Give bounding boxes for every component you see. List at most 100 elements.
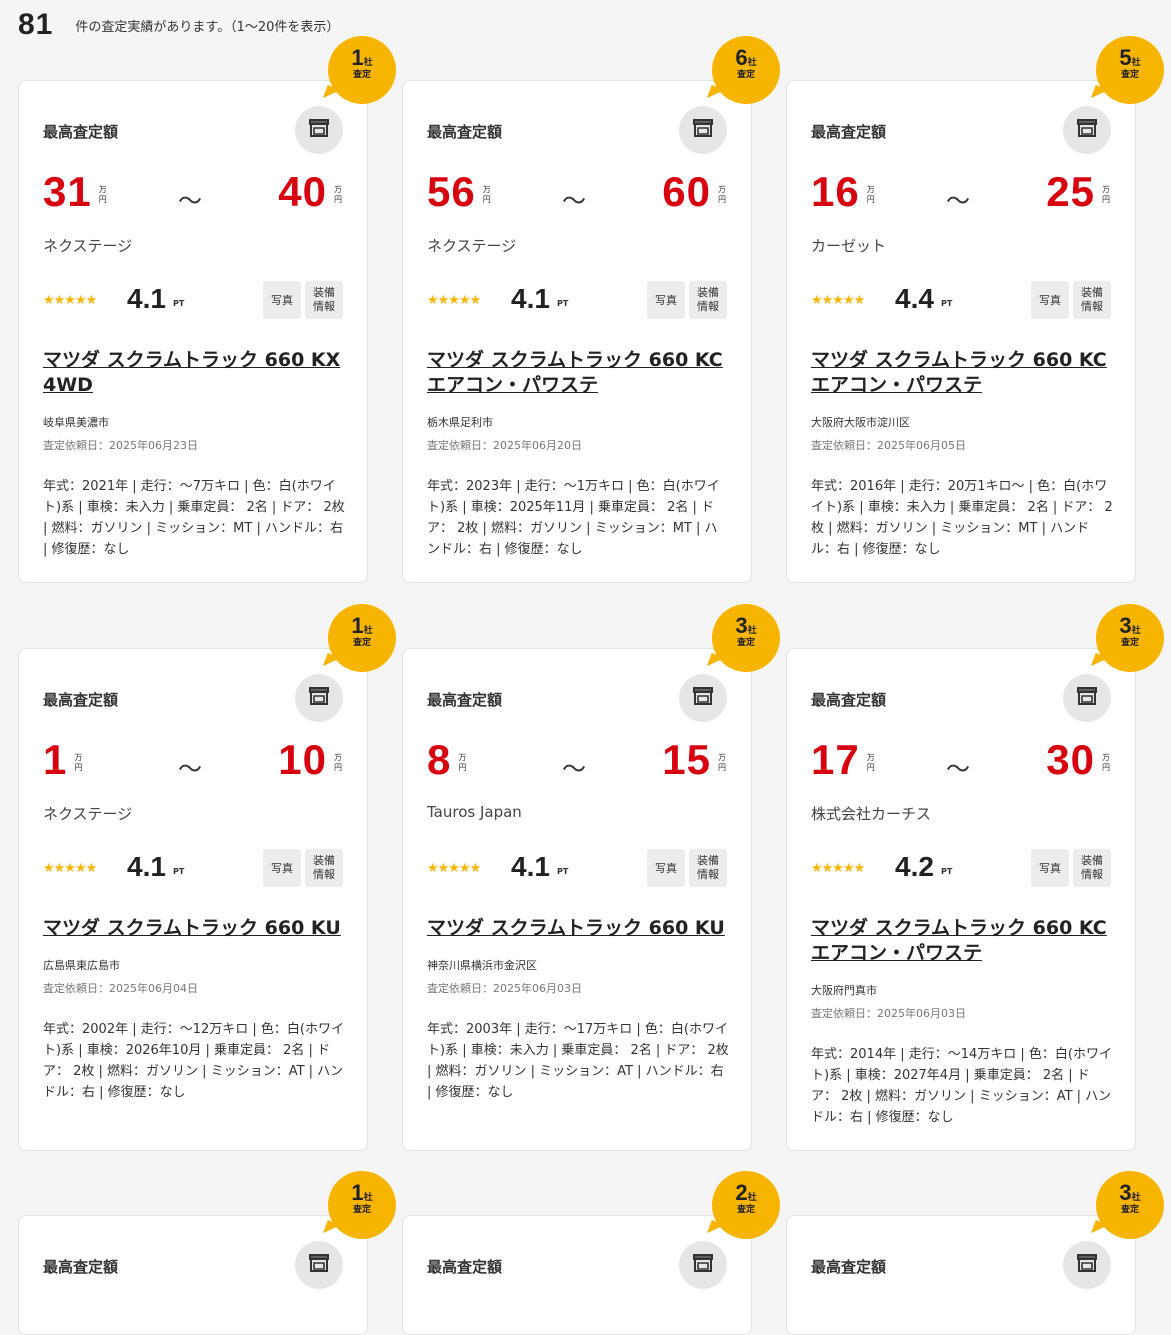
location: 大阪府門真市 xyxy=(811,984,877,997)
photo-button[interactable]: 写真 xyxy=(263,849,301,887)
price-unit: 万円 xyxy=(718,185,726,204)
equipment-button[interactable]: 装備情報 xyxy=(305,281,343,319)
max-price-label: 最高査定額 xyxy=(43,691,119,709)
location: 広島県東広島市 xyxy=(43,959,120,972)
location: 栃木県足利市 xyxy=(427,416,493,429)
vehicle-specs: 年式：2002年 | 走行：〜12万キロ | 色：白(ホワイト)系 | 車検：2… xyxy=(43,1022,344,1100)
store-button[interactable] xyxy=(1063,106,1111,154)
badge-sub-label: 査定 xyxy=(1120,638,1139,648)
company-count-badge: 1社 査定 xyxy=(328,36,396,104)
price-unit: 万円 xyxy=(334,185,342,204)
company-count: 6 xyxy=(735,45,748,70)
max-price-label: 最高査定額 xyxy=(811,1258,887,1276)
vehicle-title-link[interactable]: マツダ スクラムトラック 660 KX 4WD xyxy=(43,348,347,398)
company-unit: 社 xyxy=(1131,626,1141,636)
shop-name: カーゼット xyxy=(811,237,887,255)
range-tilde: 〜 xyxy=(562,187,586,215)
vehicle-title-link[interactable]: マツダ スクラムトラック 660 KU xyxy=(43,916,347,941)
price-unit: 万円 xyxy=(74,753,83,772)
price-high-value: 25 xyxy=(1046,168,1095,215)
badge-sub-label: 査定 xyxy=(736,1205,755,1215)
company-count: 1 xyxy=(351,1180,364,1205)
photo-button[interactable]: 写真 xyxy=(263,281,301,319)
store-button[interactable] xyxy=(295,106,343,154)
rating-row: ★★★★★ 4.1 PT 写真 装備情報 xyxy=(43,279,343,321)
price-unit: 万円 xyxy=(458,753,467,772)
badge-sub-label: 査定 xyxy=(1120,70,1139,80)
price-high: 40 万円 xyxy=(278,169,343,215)
price-range: 1 万円 〜 10 万円 xyxy=(43,737,343,785)
vehicle-title-link[interactable]: マツダ スクラムトラック 660 KC エアコン・パワステ xyxy=(811,348,1115,398)
photo-button[interactable]: 写真 xyxy=(647,281,685,319)
rating-unit: PT xyxy=(173,299,185,308)
assessment-card: 最高査定額 xyxy=(402,1215,752,1335)
price-unit: 万円 xyxy=(718,753,726,772)
store-icon xyxy=(308,118,330,142)
rating-score: 4.1 xyxy=(511,851,550,882)
store-button[interactable] xyxy=(1063,674,1111,722)
vehicle-specs: 年式：2014年 | 走行：〜14万キロ | 色：白(ホワイト)系 | 車検：2… xyxy=(811,1047,1112,1125)
store-icon xyxy=(692,1253,714,1277)
price-unit: 万円 xyxy=(866,753,875,772)
company-count: 1 xyxy=(351,45,364,70)
range-tilde: 〜 xyxy=(178,187,202,215)
assessment-card: 最高査定額 1 万円 〜 10 万円 ネクステージ ★★★★★ 4.1 PT 写真 装備情報 マツダ ス… xyxy=(18,648,368,1151)
store-button[interactable] xyxy=(679,674,727,722)
company-count-badge: 5社 査定 xyxy=(1096,36,1164,104)
price-high: 60 万円 xyxy=(662,169,727,215)
result-count-text: 件の査定実績があります。（1〜20件を表示） xyxy=(75,19,340,35)
range-tilde: 〜 xyxy=(946,187,970,215)
equipment-button[interactable]: 装備情報 xyxy=(1073,849,1111,887)
store-button[interactable] xyxy=(679,1241,727,1289)
store-button[interactable] xyxy=(1063,1241,1111,1289)
location: 大阪府大阪市淀川区 xyxy=(811,416,910,429)
price-low-value: 8 xyxy=(427,736,452,783)
assessment-card: 最高査定額 17 万円 〜 30 万円 株式会社カーチス ★★★★★ 4.2 PT 写真 装備情報 マツ… xyxy=(786,648,1136,1151)
photo-button[interactable]: 写真 xyxy=(647,849,685,887)
price-range: 8 万円 〜 15 万円 xyxy=(427,737,727,785)
price-low-value: 56 xyxy=(427,168,476,215)
equipment-button[interactable]: 装備情報 xyxy=(689,849,727,887)
price-unit: 万円 xyxy=(866,185,875,204)
badge-sub-label: 査定 xyxy=(736,70,755,80)
price-low: 16 万円 xyxy=(811,169,876,215)
badge-sub-label: 査定 xyxy=(1120,1205,1139,1215)
store-button[interactable] xyxy=(295,1241,343,1289)
price-high: 30 万円 xyxy=(1046,737,1111,783)
store-icon xyxy=(308,686,330,710)
shop-name: ネクステージ xyxy=(43,237,133,255)
shop-name: ネクステージ xyxy=(43,805,133,823)
vehicle-specs: 年式：2003年 | 走行：〜17万キロ | 色：白(ホワイト)系 | 車検：未… xyxy=(427,1022,729,1100)
request-date: 査定依頼日：2025年06月05日 xyxy=(811,439,966,452)
price-unit: 万円 xyxy=(98,185,107,204)
badge-sub-label: 査定 xyxy=(736,638,755,648)
assessment-card: 最高査定額 8 万円 〜 15 万円 Tauros Japan ★★★★★ 4.1 PT 写真 装備情… xyxy=(402,648,752,1151)
store-icon xyxy=(692,118,714,142)
price-high-value: 10 xyxy=(278,736,327,783)
price-low-value: 31 xyxy=(43,168,92,215)
price-low: 8 万円 xyxy=(427,737,467,783)
equipment-button[interactable]: 装備情報 xyxy=(1073,281,1111,319)
star-rating-icon: ★★★★★ xyxy=(811,293,865,308)
photo-button[interactable]: 写真 xyxy=(1031,281,1069,319)
vehicle-title-link[interactable]: マツダ スクラムトラック 660 KC エアコン・パワステ xyxy=(811,916,1115,966)
company-unit: 社 xyxy=(363,58,373,68)
price-low: 1 万円 xyxy=(43,737,83,783)
company-count-badge: 3社 査定 xyxy=(712,604,780,672)
equipment-label: 装備情報 xyxy=(1081,286,1103,313)
store-button[interactable] xyxy=(295,674,343,722)
rating-row: ★★★★★ 4.2 PT 写真 装備情報 xyxy=(811,847,1111,889)
badge-sub-label: 査定 xyxy=(352,638,371,648)
max-price-label: 最高査定額 xyxy=(43,1258,119,1276)
price-unit: 万円 xyxy=(482,185,491,204)
vehicle-title-link[interactable]: マツダ スクラムトラック 660 KC エアコン・パワステ xyxy=(427,348,731,398)
max-price-label: 最高査定額 xyxy=(811,691,887,709)
vehicle-title-link[interactable]: マツダ スクラムトラック 660 KU xyxy=(427,916,731,941)
equipment-button[interactable]: 装備情報 xyxy=(689,281,727,319)
range-tilde: 〜 xyxy=(562,755,586,783)
store-button[interactable] xyxy=(679,106,727,154)
vehicle-specs: 年式：2016年 | 走行：20万1キロ〜 | 色：白(ホワイト)系 | 車検：… xyxy=(811,479,1113,557)
equipment-button[interactable]: 装備情報 xyxy=(305,849,343,887)
photo-button[interactable]: 写真 xyxy=(1031,849,1069,887)
equipment-label: 装備情報 xyxy=(313,286,335,313)
